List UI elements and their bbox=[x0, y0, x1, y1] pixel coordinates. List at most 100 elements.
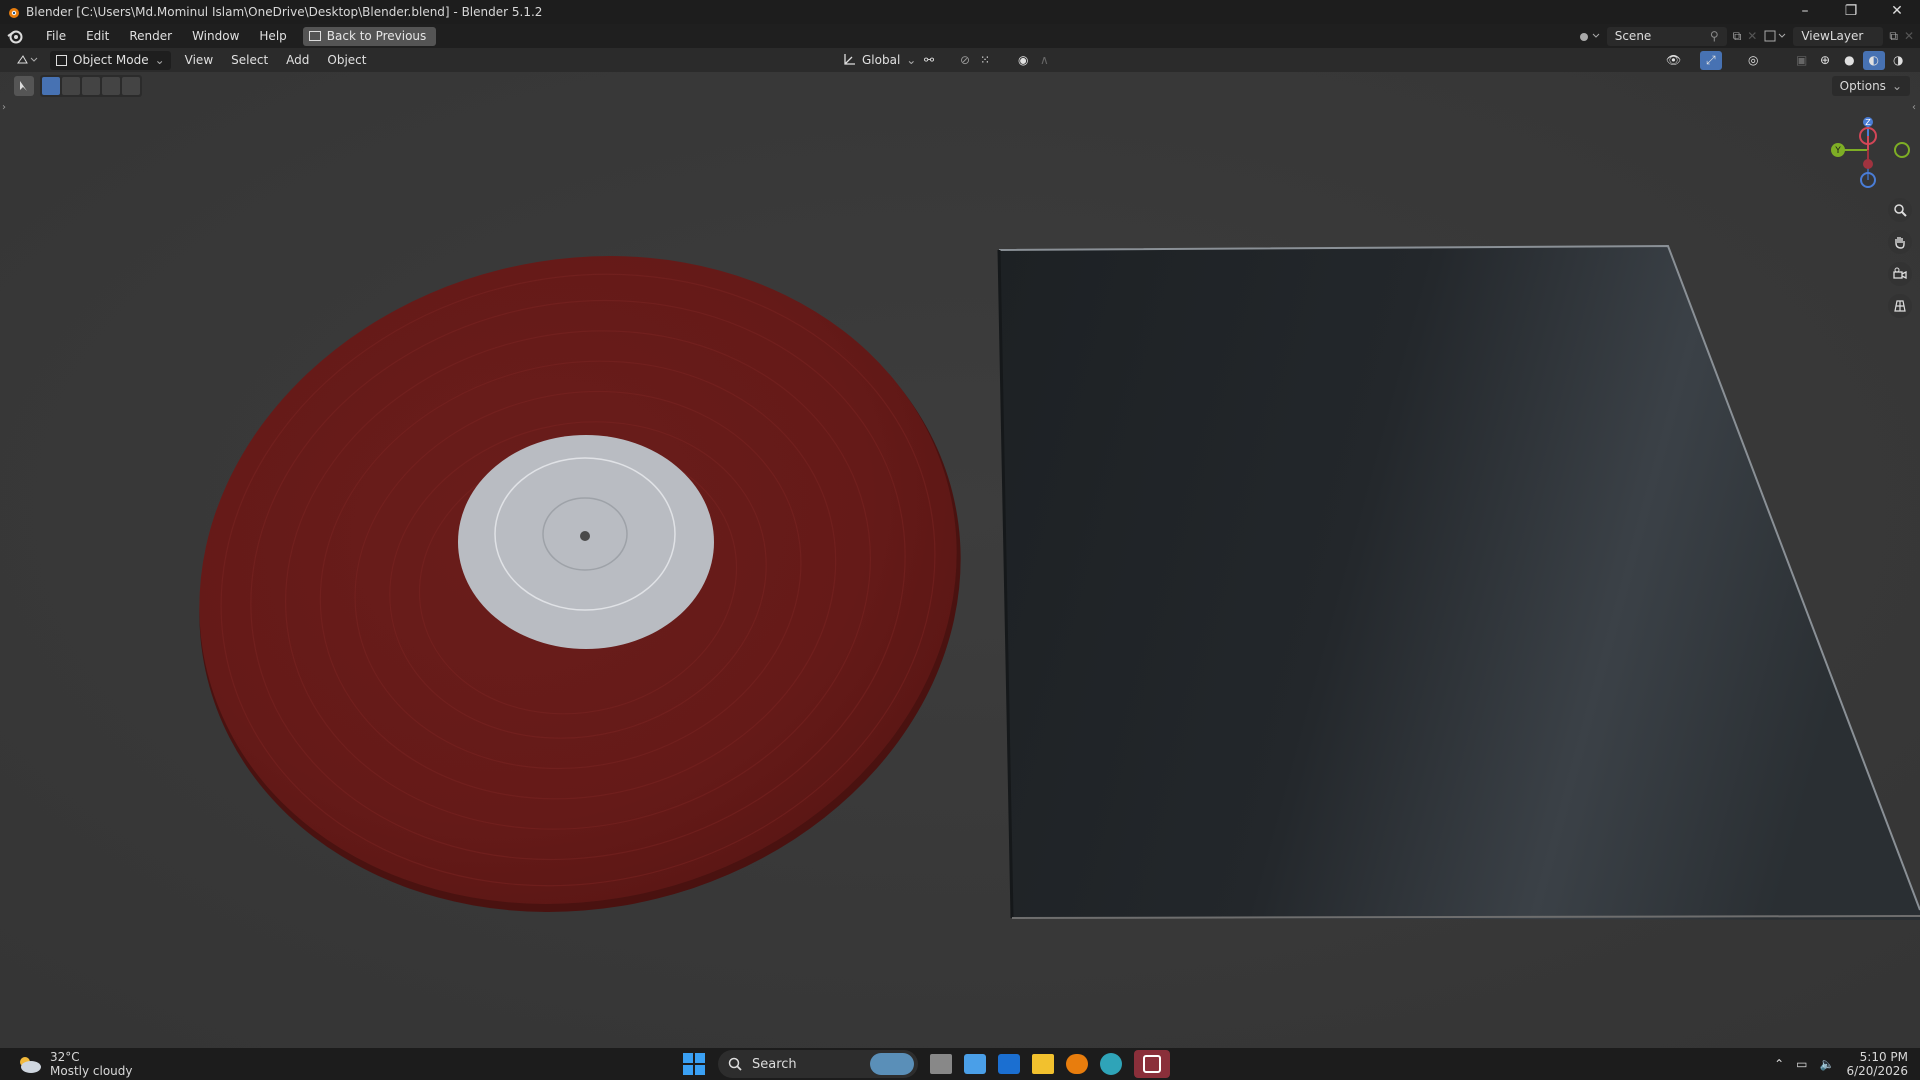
pin-icon[interactable]: ⚲ bbox=[1710, 29, 1719, 43]
viewport-nav-tools bbox=[1888, 198, 1912, 318]
viewlayer-selector-icon[interactable] bbox=[1763, 28, 1787, 44]
wireframe-shading-icon[interactable]: ⊕ bbox=[1814, 51, 1836, 70]
gizmo-z-label: Z bbox=[1865, 118, 1871, 127]
delete-viewlayer-icon[interactable]: ✕ bbox=[1904, 29, 1914, 43]
top-menubar: File Edit Render Window Help Back to Pre… bbox=[0, 24, 1920, 48]
minimize-button[interactable]: – bbox=[1782, 0, 1828, 24]
viewlayer-name: ViewLayer bbox=[1801, 29, 1864, 43]
microsoft-store-icon[interactable] bbox=[964, 1054, 986, 1074]
snipping-tool-icon[interactable] bbox=[1134, 1050, 1170, 1078]
edge-browser-icon[interactable] bbox=[1100, 1053, 1122, 1075]
search-icon bbox=[728, 1057, 742, 1071]
proportional-edit-icon[interactable]: ◉ bbox=[1012, 51, 1034, 70]
file-explorer-icon[interactable] bbox=[1032, 1054, 1054, 1074]
select-invert-icon[interactable] bbox=[102, 77, 120, 95]
search-placeholder: Search bbox=[752, 1056, 797, 1072]
clock-date: 6/20/2026 bbox=[1846, 1064, 1908, 1078]
network-icon[interactable]: ▭ bbox=[1796, 1057, 1807, 1071]
overlays-toggle-icon[interactable]: ◎ bbox=[1742, 51, 1764, 70]
perspective-grid-icon[interactable] bbox=[1888, 294, 1912, 318]
mode-label: Object Mode bbox=[73, 53, 149, 67]
camera-view-icon[interactable] bbox=[1888, 262, 1912, 286]
back-to-previous-label: Back to Previous bbox=[326, 29, 427, 43]
select-extend-icon[interactable] bbox=[62, 77, 80, 95]
menu-select[interactable]: Select bbox=[225, 51, 274, 70]
select-tool-icon[interactable] bbox=[14, 76, 34, 96]
window-titlebar: Blender [C:\Users\Md.Mominul Islam\OneDr… bbox=[0, 0, 1920, 24]
chevron-down-icon: ⌄ bbox=[1891, 79, 1902, 93]
windows-start-icon[interactable] bbox=[682, 1052, 706, 1076]
clock-time: 5:10 PM bbox=[1859, 1050, 1908, 1064]
back-to-previous-button[interactable]: Back to Previous bbox=[302, 26, 437, 46]
blender-logo-icon[interactable] bbox=[6, 27, 24, 45]
outlook-icon[interactable] bbox=[998, 1054, 1020, 1074]
window-title: Blender [C:\Users\Md.Mominul Islam\OneDr… bbox=[26, 5, 543, 19]
record-label bbox=[458, 435, 714, 649]
select-subtract-icon[interactable] bbox=[82, 77, 100, 95]
screen-icon bbox=[308, 31, 321, 41]
options-dropdown[interactable]: Options ⌄ bbox=[1831, 76, 1910, 96]
maximize-button[interactable]: ❐ bbox=[1828, 0, 1874, 24]
zoom-icon[interactable] bbox=[1888, 198, 1912, 222]
orientation-label: Global bbox=[862, 53, 901, 67]
task-view-icon[interactable] bbox=[930, 1054, 952, 1074]
select-intersect-icon[interactable] bbox=[122, 77, 140, 95]
viewport-header: Object Mode ⌄ View Select Add Object Glo… bbox=[0, 48, 1920, 72]
select-new-icon[interactable] bbox=[42, 77, 60, 95]
close-button[interactable]: ✕ bbox=[1874, 0, 1920, 24]
new-scene-icon[interactable]: ⧉ bbox=[1733, 29, 1742, 44]
weather-desc: Mostly cloudy bbox=[50, 1064, 133, 1078]
show-hidden-icons[interactable]: ⌃ bbox=[1774, 1057, 1784, 1071]
delete-scene-icon[interactable]: ✕ bbox=[1747, 29, 1757, 43]
snap-target-icon[interactable]: ⁙ bbox=[974, 51, 996, 70]
weather-temp: 32°C bbox=[50, 1050, 80, 1064]
menu-render[interactable]: Render bbox=[119, 24, 182, 48]
menu-file[interactable]: File bbox=[36, 24, 76, 48]
material-shading-icon[interactable]: ◐ bbox=[1862, 50, 1886, 70]
blender-taskbar-icon[interactable] bbox=[1066, 1054, 1088, 1074]
tool-header-row bbox=[0, 74, 142, 98]
taskbar-clock[interactable]: 5:10 PM 6/20/2026 bbox=[1846, 1050, 1908, 1078]
taskbar-search-box[interactable]: Search bbox=[718, 1050, 918, 1078]
options-label: Options bbox=[1839, 79, 1886, 93]
shading-modes: ⊕ ● ◐ ◑ bbox=[1814, 50, 1910, 70]
volume-icon[interactable]: 🔈 bbox=[1820, 1057, 1835, 1071]
menu-window[interactable]: Window bbox=[182, 24, 249, 48]
transform-orientation-dropdown[interactable]: Global ⌄ bbox=[836, 51, 922, 70]
menu-edit[interactable]: Edit bbox=[76, 24, 119, 48]
navigation-gizmo[interactable]: Z Y bbox=[1824, 112, 1920, 192]
selection-mode-group bbox=[40, 75, 142, 97]
toolbar-toggle-icon[interactable]: › bbox=[2, 102, 6, 113]
mode-dropdown[interactable]: Object Mode ⌄ bbox=[50, 50, 171, 70]
scene-selector-icon[interactable] bbox=[1577, 28, 1601, 44]
new-viewlayer-icon[interactable]: ⧉ bbox=[1889, 29, 1898, 44]
scene-field[interactable]: Scene ⚲ bbox=[1606, 26, 1727, 46]
menu-help[interactable]: Help bbox=[249, 24, 296, 48]
search-highlight-icon bbox=[870, 1053, 914, 1075]
weather-widget[interactable]: 32°C Mostly cloudy bbox=[0, 1050, 133, 1078]
menu-add[interactable]: Add bbox=[280, 51, 315, 70]
pan-hand-icon[interactable] bbox=[1888, 230, 1912, 254]
scene-name: Scene bbox=[1614, 29, 1652, 43]
viewlayer-field[interactable]: ViewLayer bbox=[1793, 26, 1884, 46]
sidebar-toggle-icon[interactable]: ‹ bbox=[1912, 102, 1916, 113]
3d-viewport[interactable]: › Z Y ‹ bbox=[0, 72, 1920, 1048]
gizmo-toggle-icon[interactable]: ⤢ bbox=[1700, 50, 1722, 70]
viewport-scene bbox=[0, 72, 1920, 1048]
chevron-down-icon: ⌄ bbox=[906, 53, 917, 67]
cloudy-weather-icon bbox=[20, 1057, 41, 1073]
editor-type-button[interactable] bbox=[10, 51, 44, 70]
falloff-icon[interactable]: ∧ bbox=[1034, 51, 1055, 70]
menu-object[interactable]: Object bbox=[321, 51, 372, 70]
menu-view[interactable]: View bbox=[179, 51, 219, 70]
solid-shading-icon[interactable]: ● bbox=[1838, 51, 1860, 70]
visibility-selectability-icon[interactable]: 👁 bbox=[1660, 51, 1687, 70]
editor-type-icon bbox=[17, 55, 38, 64]
snap-toggle-icon[interactable]: ⊘ bbox=[954, 51, 976, 70]
system-tray: ⌃ ▭ 🔈 5:10 PM 6/20/2026 bbox=[1774, 1048, 1908, 1080]
orientation-axes-icon bbox=[844, 54, 855, 65]
pivot-point-icon[interactable]: ⚯ bbox=[918, 51, 940, 70]
xray-toggle-icon[interactable]: ▣ bbox=[1790, 51, 1813, 70]
blender-app-icon bbox=[9, 8, 19, 18]
rendered-shading-icon[interactable]: ◑ bbox=[1887, 51, 1909, 70]
